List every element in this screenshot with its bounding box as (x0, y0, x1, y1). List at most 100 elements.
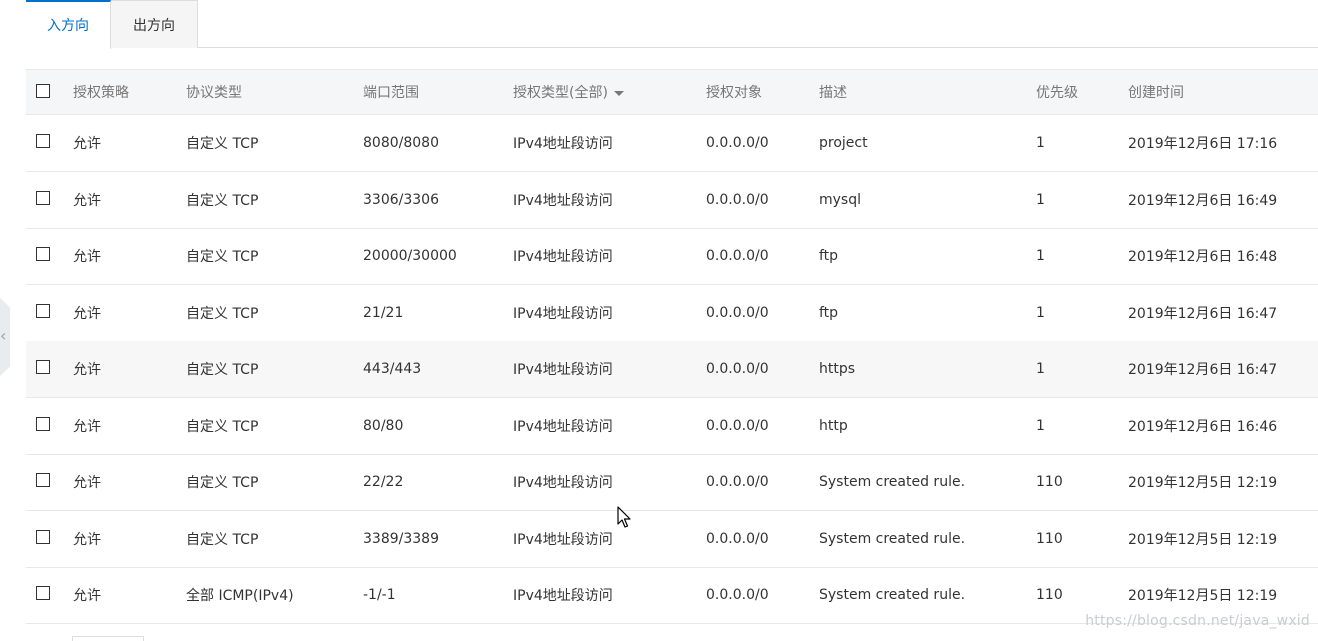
cell-auth-type: IPv4地址段访问 (513, 588, 613, 604)
side-panel-toggle[interactable]: ‹ (0, 298, 10, 376)
direction-tabs: 入方向 出方向 (26, 0, 1318, 49)
column-header-auth-type-filter[interactable]: 授权类型(全部) (513, 70, 624, 114)
cell-auth-type: IPv4地址段访问 (513, 418, 613, 435)
cell-description: System created rule. (819, 587, 966, 603)
row-select-checkbox[interactable] (36, 360, 50, 374)
watermark-text: https://blog.csdn.net/java_wxid (1085, 613, 1310, 629)
row-select-checkbox[interactable] (36, 473, 50, 487)
cell-created-time: 2019年12月6日 16:46 (1128, 418, 1278, 435)
cell-description: mysql (819, 191, 861, 208)
row-select-cell (36, 341, 50, 397)
column-header-policy: 授权策略 (73, 85, 129, 101)
cell-auth-object: 0.0.0.0/0 (706, 474, 769, 490)
cell-protocol: 自定义 TCP (186, 475, 259, 491)
cell-priority: 1 (1036, 361, 1045, 377)
row-select-cell (36, 285, 50, 341)
cell-priority: 110 (1036, 587, 1063, 603)
cell-port-range: 443/443 (363, 361, 422, 377)
cell-policy: 允许 (73, 588, 101, 604)
pagination-control-partial[interactable] (72, 636, 144, 641)
table-row[interactable]: 允许 自定义 TCP 22/22 IPv4地址段访问 0.0.0.0/0 System c… (26, 454, 1318, 511)
cell-description: System created rule. (819, 530, 966, 547)
table-row[interactable]: 允许 自定义 TCP 443/443 IPv4地址段访问 0.0.0.0/0 https 1… (26, 341, 1318, 398)
cell-auth-type: IPv4地址段访问 (513, 249, 613, 265)
select-all-cell (36, 70, 50, 114)
chevron-left-icon: ‹ (0, 326, 7, 345)
row-select-cell (36, 115, 50, 171)
row-select-checkbox[interactable] (36, 303, 50, 318)
cell-created-time: 2019年12月5日 12:19 (1128, 475, 1278, 491)
table-row[interactable]: 允许 自定义 TCP 8080/8080 IPv4地址段访问 0.0.0.0/0 proj… (26, 115, 1318, 172)
row-select-checkbox[interactable] (36, 247, 50, 261)
row-select-checkbox[interactable] (36, 190, 50, 205)
row-select-checkbox[interactable] (36, 134, 50, 148)
cell-auth-type: IPv4地址段访问 (513, 531, 613, 548)
cell-created-time: 2019年12月5日 12:19 (1128, 531, 1278, 548)
column-header-protocol: 协议类型 (186, 85, 242, 101)
cell-protocol: 自定义 TCP (186, 418, 259, 435)
cell-auth-type: IPv4地址段访问 (513, 362, 613, 378)
tab-inbound[interactable]: 入方向 (26, 0, 111, 49)
cell-description: ftp (819, 248, 839, 264)
cell-priority: 1 (1036, 304, 1045, 321)
column-header-port-range: 端口范围 (363, 85, 419, 101)
cell-protocol: 自定义 TCP (186, 192, 259, 209)
column-header-priority: 优先级 (1036, 85, 1078, 101)
cell-protocol: 自定义 TCP (186, 531, 259, 548)
caret-down-icon (613, 90, 624, 96)
cell-priority: 1 (1036, 135, 1045, 151)
cell-priority: 1 (1036, 191, 1045, 208)
cell-protocol: 全部 ICMP(IPv4) (186, 588, 294, 604)
row-select-cell (36, 454, 50, 510)
cell-description: ftp (819, 304, 839, 321)
cell-port-range: 22/22 (363, 474, 404, 490)
cell-description: project (819, 135, 868, 151)
table-row[interactable]: 允许 自定义 TCP 3306/3306 IPv4地址段访问 0.0.0.0/0 mysq… (26, 172, 1318, 229)
cell-auth-type: IPv4地址段访问 (513, 475, 613, 491)
row-select-checkbox[interactable] (36, 586, 50, 600)
cell-auth-object: 0.0.0.0/0 (706, 191, 769, 208)
row-select-checkbox[interactable] (36, 416, 50, 431)
cell-policy: 允许 (73, 305, 101, 322)
cell-protocol: 自定义 TCP (186, 249, 259, 265)
column-header-auth-type-label: 授权类型(全部) (513, 85, 608, 101)
cell-description: https (819, 361, 856, 377)
column-header-description: 描述 (819, 85, 847, 101)
cell-protocol: 自定义 TCP (186, 362, 259, 378)
cell-created-time: 2019年12月6日 16:47 (1128, 362, 1278, 378)
cell-port-range: 20000/30000 (363, 248, 457, 264)
cell-created-time: 2019年12月6日 17:16 (1128, 136, 1278, 152)
cell-port-range: 80/80 (363, 417, 404, 434)
security-rules-table: 授权策略 协议类型 端口范围 授权类型(全部) 授权对象 描述 优先级 创建时间… (26, 69, 1318, 624)
cell-policy: 允许 (73, 475, 101, 491)
cell-auth-object: 0.0.0.0/0 (706, 530, 769, 547)
table-row[interactable]: 允许 自定义 TCP 21/21 IPv4地址段访问 0.0.0.0/0 ftp 1 2019… (26, 285, 1318, 342)
mouse-cursor-icon (617, 506, 631, 528)
cell-created-time: 2019年12月6日 16:47 (1128, 305, 1278, 322)
cell-priority: 110 (1036, 474, 1063, 490)
table-row[interactable]: 允许 自定义 TCP 20000/30000 IPv4地址段访问 0.0.0.0/0 ft… (26, 228, 1318, 285)
row-select-cell (36, 172, 50, 228)
table-row[interactable]: 允许 自定义 TCP 3389/3389 IPv4地址段访问 0.0.0.0/0 Syst… (26, 511, 1318, 568)
table-header: 授权策略 协议类型 端口范围 授权类型(全部) 授权对象 描述 优先级 创建时间 (26, 70, 1318, 115)
column-header-created-time: 创建时间 (1128, 85, 1184, 101)
cell-auth-type: IPv4地址段访问 (513, 305, 613, 322)
cell-created-time: 2019年12月6日 16:48 (1128, 249, 1278, 265)
tab-outbound[interactable]: 出方向 (111, 0, 198, 48)
cell-protocol: 自定义 TCP (186, 305, 259, 322)
row-select-cell (36, 228, 50, 284)
table-row[interactable]: 允许 自定义 TCP 80/80 IPv4地址段访问 0.0.0.0/0 http 1 201… (26, 398, 1318, 455)
cell-policy: 允许 (73, 192, 101, 209)
row-select-cell (36, 398, 50, 454)
cell-created-time: 2019年12月6日 16:49 (1128, 192, 1278, 209)
cell-port-range: 8080/8080 (363, 135, 439, 151)
row-select-checkbox[interactable] (36, 529, 50, 544)
cell-auth-type: IPv4地址段访问 (513, 136, 613, 152)
select-all-checkbox[interactable] (36, 84, 50, 98)
cell-policy: 允许 (73, 136, 101, 152)
cell-description: http (819, 417, 848, 434)
cell-auth-object: 0.0.0.0/0 (706, 417, 769, 434)
cell-priority: 110 (1036, 530, 1063, 547)
cell-policy: 允许 (73, 249, 101, 265)
cell-policy: 允许 (73, 531, 101, 548)
